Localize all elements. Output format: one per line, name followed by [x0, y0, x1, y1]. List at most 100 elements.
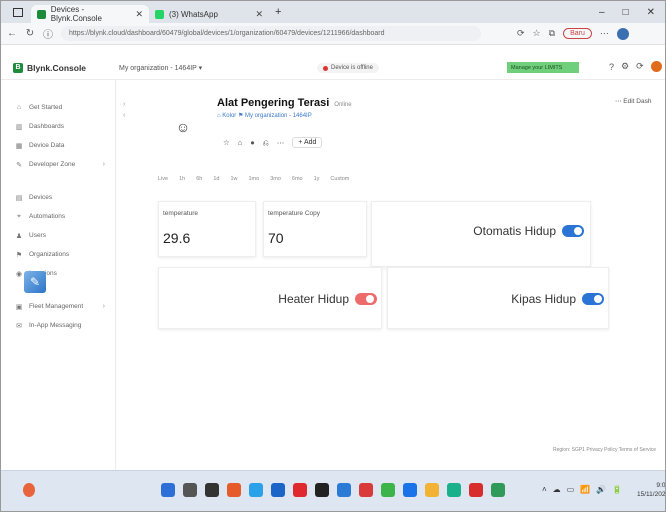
more-icon[interactable]: ⋯ [277, 138, 285, 147]
undo-icon[interactable]: ⎌ [263, 138, 269, 148]
tab-actions-icon[interactable]: ⧉ [549, 28, 555, 39]
taskbar-app-icon[interactable] [359, 483, 373, 497]
back-icon[interactable]: ← [7, 28, 17, 39]
device-icon: ☺ [175, 119, 191, 135]
floating-app-icon[interactable]: ✎ [24, 271, 46, 293]
taskbar-app-icon[interactable] [315, 483, 329, 497]
reload-icon[interactable]: ↻ [25, 28, 35, 39]
status-icon[interactable]: ● [250, 138, 255, 147]
new-tab-button[interactable]: + [275, 6, 281, 18]
sidebar-item-label: Organizations [29, 251, 70, 258]
tab-blynk-console[interactable]: Devices - Blynk.Console ✕ [31, 5, 149, 23]
taskbar-app-icon[interactable] [469, 483, 483, 497]
sidebar-item-get-started[interactable]: ⌂ Get Started [1, 98, 115, 117]
time-range-custom[interactable]: Custom [330, 176, 349, 182]
widget-label: temperature Copy [268, 210, 321, 217]
sidebar-item-fleet-management[interactable]: ▣ Fleet Management › [1, 297, 115, 316]
time-range-1d[interactable]: 1d [213, 176, 219, 182]
sidebar-item-label: Get Started [29, 104, 63, 111]
favorite-icon[interactable]: ☆ [223, 138, 230, 147]
heater-toggle[interactable] [355, 293, 377, 305]
volume-icon[interactable]: 🔊 [596, 485, 606, 494]
cloud-icon[interactable]: ☁ [553, 485, 561, 494]
wifi-icon[interactable]: 📶 [580, 485, 590, 494]
time-range-6h[interactable]: 6h [196, 176, 202, 182]
taskbar-app-icon[interactable] [249, 483, 263, 497]
taskbar-app-icon[interactable] [491, 483, 505, 497]
kipas-toggle[interactable] [582, 293, 604, 305]
blynk-logo-icon: B [13, 62, 23, 73]
time-range-3mo[interactable]: 3mo [270, 176, 281, 182]
settings-icon[interactable]: ⚙ [621, 61, 629, 72]
upgrade-banner[interactable]: Manage your LIMITS [507, 62, 579, 73]
organizations-icon: ⚑ [15, 251, 23, 259]
help-icon[interactable]: ? [609, 62, 614, 72]
sidebar-item-locations[interactable]: ◉Locations [1, 264, 115, 283]
sidebar-item-device-data[interactable]: ▦ Device Data [1, 136, 115, 155]
taskbar-app-icon[interactable] [425, 483, 439, 497]
taskbar-app-icon[interactable] [183, 483, 197, 497]
sync-icon[interactable]: ⟳ [636, 61, 644, 72]
user-avatar[interactable] [650, 61, 662, 72]
edit-dashboard-button[interactable]: ⋯ Edit Dash [615, 97, 652, 105]
device-data-icon: ▦ [15, 142, 23, 150]
brand[interactable]: B Blynk.Console [1, 62, 109, 73]
sidebar-item-automations[interactable]: ⌖ Automations [1, 207, 115, 226]
organization-selector[interactable]: My organization - 1464IP ▾ [119, 64, 202, 72]
close-window-button[interactable]: ✕ [647, 7, 655, 18]
sidebar-collapse-icon[interactable]: › ‹ [123, 99, 125, 121]
add-tag-button[interactable]: + Add [292, 137, 323, 148]
tab-whatsapp[interactable]: (3) WhatsApp ✕ [149, 5, 269, 23]
sidebar-item-developer-zone[interactable]: ✎ Developer Zone › [1, 155, 115, 174]
browser-avatar[interactable] [616, 27, 629, 40]
sidebar-item-organizations[interactable]: ⚑ Organizations [1, 245, 115, 264]
footer-links[interactable]: Region: SGP1 Privacy Policy Terms of Ser… [553, 447, 656, 453]
site-info-icon[interactable]: ⓘ [43, 26, 53, 41]
sidebar-item-label: Devices [29, 194, 53, 201]
bookmark-star-icon[interactable]: ☆ [533, 28, 541, 39]
sidebar-item-in-app-messaging[interactable]: ✉ In-App Messaging [1, 316, 115, 335]
time-range-1mo[interactable]: 1mo [249, 176, 260, 182]
taskbar-app-icon[interactable] [293, 483, 307, 497]
battery-icon[interactable]: 🔋 [612, 485, 622, 494]
taskbar-app-icon[interactable] [403, 483, 417, 497]
blynk-favicon-icon [37, 9, 46, 19]
time-range-6mo[interactable]: 6mo [292, 176, 303, 182]
sidebar-item-users[interactable]: ♟ Users [1, 226, 115, 245]
tab-close-icon[interactable]: ✕ [255, 9, 263, 20]
taskbar-app-icon[interactable] [447, 483, 461, 497]
device-status-badge: Online [334, 102, 352, 108]
weather-widget-icon[interactable] [23, 483, 35, 497]
display-icon[interactable]: ▭ [567, 485, 575, 494]
sidebar-item-devices[interactable]: ▤ Devices [1, 188, 115, 207]
taskbar-app-icon[interactable] [227, 483, 241, 497]
otomatis-toggle[interactable] [562, 225, 584, 237]
taskbar-app-icon[interactable] [337, 483, 351, 497]
url-field[interactable]: https://blynk.cloud/dashboard/60479/glob… [61, 26, 481, 41]
taskbar-app-icon[interactable] [205, 483, 219, 497]
developer-zone-icon: ✎ [16, 161, 22, 169]
taskbar-app-icon[interactable] [381, 483, 395, 497]
tray-expand-icon[interactable]: ˄ [542, 485, 547, 494]
brand-name: Blynk.Console [27, 62, 87, 73]
taskbar-app-icon[interactable] [271, 483, 285, 497]
minimize-button[interactable]: – [599, 7, 605, 18]
locations-icon: ◉ [15, 270, 23, 278]
profile-pill[interactable]: Baru [563, 28, 592, 39]
temperature-widget: temperature 29.6 [158, 201, 256, 257]
taskbar-app-icon[interactable] [161, 483, 175, 497]
clock[interactable]: 9:03 15/11/2023 [637, 481, 665, 499]
notice-text: Device is offline [331, 65, 373, 71]
sidebar-item-dashboards[interactable]: ▥ Dashboards [1, 117, 115, 136]
time-range-1w[interactable]: 1w [230, 176, 237, 182]
tab-close-icon[interactable]: ✕ [135, 9, 143, 20]
maximize-button[interactable]: □ [623, 7, 629, 18]
device-breadcrumb[interactable]: ⌂ Kolor ⚑ My organization - 1464IP [217, 112, 312, 119]
window-menu-icon[interactable] [13, 7, 23, 17]
refresh-icon[interactable]: ⟳ [517, 28, 525, 39]
time-range-live[interactable]: Live [158, 176, 168, 182]
time-range-1y[interactable]: 1y [314, 176, 320, 182]
browser-menu-icon[interactable]: ⋯ [600, 28, 609, 39]
home-icon[interactable]: ⌂ [238, 138, 243, 147]
time-range-1h[interactable]: 1h [179, 176, 185, 182]
